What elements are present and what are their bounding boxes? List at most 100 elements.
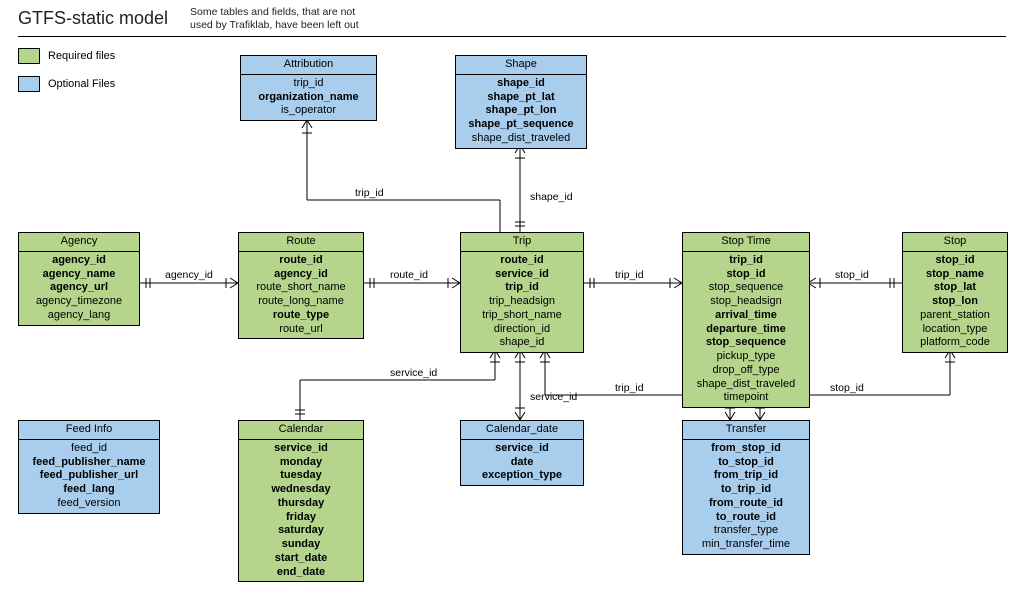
field-shape-shape_dist_traveled: shape_dist_traveled	[460, 132, 582, 146]
field-transfer-transfer_type: transfer_type	[687, 524, 805, 538]
legend-label-required: Required files	[48, 50, 115, 62]
legend-required: Required files	[18, 48, 115, 64]
field-stoptime-timepoint: timepoint	[687, 391, 805, 405]
field-route-route_short_name: route_short_name	[243, 281, 359, 295]
field-stoptime-arrival_time: arrival_time	[687, 309, 805, 323]
field-transfer-to_stop_id: to_stop_id	[687, 456, 805, 470]
field-calendar-service_id: service_id	[243, 442, 359, 456]
field-feedinfo-feed_publisher_url: feed_publisher_url	[23, 469, 155, 483]
field-calendar-saturday: saturday	[243, 524, 359, 538]
field-stoptime-stop_sequence: stop_sequence	[687, 281, 805, 295]
entity-calendardate: Calendar_date service_iddateexception_ty…	[460, 420, 584, 486]
field-shape-shape_pt_sequence: shape_pt_sequence	[460, 118, 582, 132]
field-stoptime-trip_id: trip_id	[687, 254, 805, 268]
field-stop-stop_lat: stop_lat	[907, 281, 1003, 295]
field-stop-platform_code: platform_code	[907, 336, 1003, 350]
field-agency-agency_url: agency_url	[23, 281, 135, 295]
field-shape-shape_pt_lat: shape_pt_lat	[460, 91, 582, 105]
conn-label-trip-cd: service_id	[530, 391, 577, 403]
field-feedinfo-feed_id: feed_id	[23, 442, 155, 456]
field-trip-route_id: route_id	[465, 254, 579, 268]
entity-header-feedinfo: Feed Info	[19, 421, 159, 440]
conn-label-st-stop: stop_id	[835, 269, 869, 281]
field-feedinfo-feed_publisher_name: feed_publisher_name	[23, 456, 155, 470]
field-attribution-organization_name: organization_name	[245, 91, 372, 105]
entity-attribution: Attribution trip_idorganization_nameis_o…	[240, 55, 377, 121]
field-shape-shape_pt_lon: shape_pt_lon	[460, 104, 582, 118]
field-stoptime-drop_off_type: drop_off_type	[687, 364, 805, 378]
entity-header-attribution: Attribution	[241, 56, 376, 75]
subtitle-line-1: Some tables and fields, that are not	[190, 6, 355, 18]
legend: Required files Optional Files	[18, 48, 115, 104]
field-calendardate-service_id: service_id	[465, 442, 579, 456]
conn-label-trip-cal: service_id	[390, 367, 437, 379]
field-calendar-tuesday: tuesday	[243, 469, 359, 483]
field-agency-agency_name: agency_name	[23, 268, 135, 282]
entity-header-shape: Shape	[456, 56, 586, 75]
field-calendar-end_date: end_date	[243, 566, 359, 580]
entity-fields-trip: route_idservice_idtrip_idtrip_headsigntr…	[461, 252, 583, 352]
entity-fields-feedinfo: feed_idfeed_publisher_namefeed_publisher…	[19, 440, 159, 513]
subtitle-line-2: used by Trafiklab, have been left out	[190, 19, 359, 31]
field-agency-agency_timezone: agency_timezone	[23, 295, 135, 309]
field-route-route_type: route_type	[243, 309, 359, 323]
entity-header-calendardate: Calendar_date	[461, 421, 583, 440]
conn-label-shape-trip: shape_id	[530, 191, 573, 203]
field-route-agency_id: agency_id	[243, 268, 359, 282]
field-stoptime-departure_time: departure_time	[687, 323, 805, 337]
legend-swatch-required	[18, 48, 40, 64]
field-transfer-to_route_id: to_route_id	[687, 511, 805, 525]
field-transfer-from_route_id: from_route_id	[687, 497, 805, 511]
conn-label-stop-trans: stop_id	[830, 382, 864, 394]
field-shape-shape_id: shape_id	[460, 77, 582, 91]
legend-label-optional: Optional Files	[48, 78, 115, 90]
conn-label-trip-st: trip_id	[615, 269, 644, 281]
entity-header-trip: Trip	[461, 233, 583, 252]
field-trip-trip_id: trip_id	[465, 281, 579, 295]
entity-stoptime: Stop Time trip_idstop_idstop_sequencesto…	[682, 232, 810, 408]
field-stoptime-shape_dist_traveled: shape_dist_traveled	[687, 378, 805, 392]
title-divider	[18, 36, 1006, 37]
field-transfer-to_trip_id: to_trip_id	[687, 483, 805, 497]
field-calendar-wednesday: wednesday	[243, 483, 359, 497]
field-calendar-sunday: sunday	[243, 538, 359, 552]
field-calendar-friday: friday	[243, 511, 359, 525]
field-trip-service_id: service_id	[465, 268, 579, 282]
entity-stop: Stop stop_idstop_namestop_latstop_lonpar…	[902, 232, 1008, 353]
field-stop-stop_id: stop_id	[907, 254, 1003, 268]
field-route-route_id: route_id	[243, 254, 359, 268]
field-trip-trip_short_name: trip_short_name	[465, 309, 579, 323]
entity-header-route: Route	[239, 233, 363, 252]
field-calendardate-exception_type: exception_type	[465, 469, 579, 483]
conn-label-route-trip: route_id	[390, 269, 428, 281]
entity-fields-stop: stop_idstop_namestop_latstop_lonparent_s…	[903, 252, 1007, 352]
field-agency-agency_id: agency_id	[23, 254, 135, 268]
field-trip-trip_headsign: trip_headsign	[465, 295, 579, 309]
field-stop-parent_station: parent_station	[907, 309, 1003, 323]
field-trip-shape_id: shape_id	[465, 336, 579, 350]
page-subtitle: Some tables and fields, that are not use…	[190, 6, 359, 31]
entity-header-stop: Stop	[903, 233, 1007, 252]
field-stop-stop_lon: stop_lon	[907, 295, 1003, 309]
legend-optional: Optional Files	[18, 76, 115, 92]
entity-header-calendar: Calendar	[239, 421, 363, 440]
field-stop-location_type: location_type	[907, 323, 1003, 337]
field-trip-direction_id: direction_id	[465, 323, 579, 337]
field-calendar-start_date: start_date	[243, 552, 359, 566]
entity-header-agency: Agency	[19, 233, 139, 252]
entity-route: Route route_idagency_idroute_short_namer…	[238, 232, 364, 339]
field-attribution-is_operator: is_operator	[245, 104, 372, 118]
field-transfer-from_trip_id: from_trip_id	[687, 469, 805, 483]
entity-shape: Shape shape_idshape_pt_latshape_pt_lonsh…	[455, 55, 587, 149]
entity-fields-attribution: trip_idorganization_nameis_operator	[241, 75, 376, 120]
field-calendar-monday: monday	[243, 456, 359, 470]
entity-fields-transfer: from_stop_idto_stop_idfrom_trip_idto_tri…	[683, 440, 809, 554]
entity-fields-calendar: service_idmondaytuesdaywednesdaythursday…	[239, 440, 363, 582]
field-stoptime-stop_sequence: stop_sequence	[687, 336, 805, 350]
field-route-route_url: route_url	[243, 323, 359, 337]
entity-fields-calendardate: service_iddateexception_type	[461, 440, 583, 485]
entity-fields-route: route_idagency_idroute_short_nameroute_l…	[239, 252, 363, 339]
entity-feedinfo: Feed Info feed_idfeed_publisher_namefeed…	[18, 420, 160, 514]
entity-fields-agency: agency_idagency_nameagency_urlagency_tim…	[19, 252, 139, 325]
field-stop-stop_name: stop_name	[907, 268, 1003, 282]
